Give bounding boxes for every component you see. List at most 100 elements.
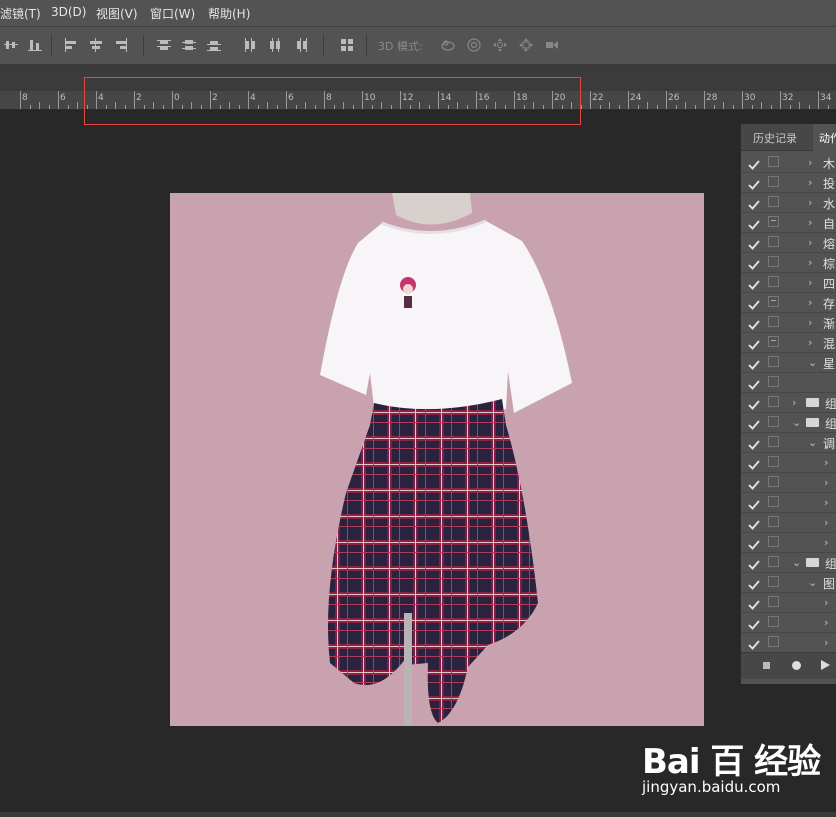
distribute-hcenter-icon[interactable] [268, 38, 282, 52]
chevron-down-icon[interactable]: ⌄ [792, 556, 801, 569]
chevron-right-icon[interactable]: › [824, 596, 828, 609]
play-icon[interactable] [821, 660, 830, 670]
checkmark-icon[interactable] [748, 156, 760, 170]
dialog-toggle-box[interactable] [768, 316, 779, 327]
checkmark-icon[interactable] [748, 216, 760, 230]
action-row[interactable]: ⌄ 组 [741, 552, 836, 573]
dialog-toggle-box[interactable] [768, 276, 779, 287]
chevron-down-icon[interactable]: ⌄ [792, 416, 801, 429]
chevron-down-icon[interactable]: ⌄ [808, 436, 817, 449]
distribute-top-icon[interactable] [157, 38, 171, 52]
dialog-toggle-box[interactable] [768, 156, 779, 167]
dialog-toggle-box[interactable] [768, 256, 779, 267]
dialog-toggle-box[interactable] [768, 616, 779, 627]
action-row[interactable]: › [741, 512, 836, 533]
action-row[interactable]: › 棕 [741, 252, 836, 273]
checkmark-icon[interactable] [748, 516, 760, 530]
dialog-toggle-box[interactable] [768, 176, 779, 187]
dialog-toggle-box[interactable] [768, 556, 779, 567]
distribute-bottom-icon[interactable] [207, 38, 221, 52]
action-row[interactable] [741, 372, 836, 393]
checkmark-icon[interactable] [748, 636, 760, 650]
chevron-down-icon[interactable]: ⌄ [808, 576, 817, 589]
dialog-toggle-box[interactable] [768, 596, 779, 607]
action-row[interactable]: ⌄ 星 [741, 352, 836, 373]
checkmark-icon[interactable] [748, 356, 760, 370]
action-row[interactable]: › 渐 [741, 312, 836, 333]
dialog-toggle-box[interactable] [768, 496, 779, 507]
chevron-right-icon[interactable]: › [824, 616, 828, 629]
pan-3d-icon[interactable] [493, 38, 507, 52]
tab-history[interactable]: 历史记录 [753, 130, 797, 146]
chevron-right-icon[interactable]: › [808, 276, 812, 289]
menu-filter[interactable]: 滤镜(T) [0, 5, 41, 22]
dialog-toggle-icon[interactable] [768, 216, 779, 227]
align-left-icon[interactable] [64, 38, 78, 52]
distribute-vcenter-icon[interactable] [182, 38, 196, 52]
align-right-icon[interactable] [114, 38, 128, 52]
chevron-down-icon[interactable]: ⌄ [808, 356, 817, 369]
chevron-right-icon[interactable]: › [808, 256, 812, 269]
dialog-toggle-box[interactable] [768, 636, 779, 647]
dialog-toggle-icon[interactable] [768, 296, 779, 307]
action-row[interactable]: › 自 [741, 212, 836, 233]
action-row[interactable]: › 熔 [741, 232, 836, 253]
chevron-right-icon[interactable]: › [824, 536, 828, 549]
checkmark-icon[interactable] [748, 576, 760, 590]
action-row[interactable]: › 混 [741, 332, 836, 353]
action-row[interactable]: › [741, 592, 836, 613]
action-row[interactable]: › 木 [741, 152, 836, 173]
dialog-toggle-box[interactable] [768, 196, 779, 207]
checkmark-icon[interactable] [748, 536, 760, 550]
menu-3d[interactable]: 3D(D) [51, 5, 86, 19]
checkmark-icon[interactable] [748, 396, 760, 410]
chevron-right-icon[interactable]: › [824, 456, 828, 469]
action-row[interactable]: › [741, 612, 836, 633]
checkmark-icon[interactable] [748, 176, 760, 190]
action-row[interactable]: › [741, 632, 836, 653]
checkmark-icon[interactable] [748, 556, 760, 570]
align-vcenter-icon[interactable] [4, 38, 18, 52]
chevron-right-icon[interactable]: › [808, 296, 812, 309]
chevron-right-icon[interactable]: › [824, 476, 828, 489]
dialog-toggle-box[interactable] [768, 536, 779, 547]
stop-icon[interactable] [763, 662, 770, 669]
chevron-right-icon[interactable]: › [824, 636, 828, 649]
chevron-right-icon[interactable]: › [808, 196, 812, 209]
menu-window[interactable]: 窗口(W) [150, 5, 195, 22]
action-row[interactable]: ⌄ 图 [741, 572, 836, 593]
action-row[interactable]: ⌄ 调 [741, 432, 836, 453]
action-row[interactable]: › [741, 492, 836, 513]
checkmark-icon[interactable] [748, 616, 760, 630]
action-row[interactable]: › 组 [741, 392, 836, 413]
checkmark-icon[interactable] [748, 596, 760, 610]
checkmark-icon[interactable] [748, 196, 760, 210]
align-bottom-icon[interactable] [28, 38, 42, 52]
dialog-toggle-box[interactable] [768, 456, 779, 467]
chevron-right-icon[interactable]: › [808, 236, 812, 249]
action-row[interactable]: › [741, 472, 836, 493]
dialog-toggle-box[interactable] [768, 476, 779, 487]
checkmark-icon[interactable] [748, 476, 760, 490]
menu-help[interactable]: 帮助(H) [208, 5, 250, 22]
dialog-toggle-icon[interactable] [768, 336, 779, 347]
checkmark-icon[interactable] [748, 296, 760, 310]
align-hcenter-icon[interactable] [89, 38, 103, 52]
dialog-toggle-box[interactable] [768, 356, 779, 367]
distribute-right-icon[interactable] [294, 38, 308, 52]
action-row[interactable]: › 投 [741, 172, 836, 193]
tab-actions[interactable]: 动作 [813, 124, 836, 154]
record-icon[interactable] [792, 661, 801, 670]
action-row[interactable]: › [741, 452, 836, 473]
menu-view[interactable]: 视图(V) [96, 5, 138, 22]
chevron-right-icon[interactable]: › [792, 396, 796, 409]
action-row[interactable]: ⌄ 组 [741, 412, 836, 433]
dialog-toggle-box[interactable] [768, 236, 779, 247]
action-row[interactable]: › [741, 532, 836, 553]
chevron-right-icon[interactable]: › [808, 316, 812, 329]
roll-3d-icon[interactable] [467, 38, 481, 52]
dialog-toggle-box[interactable] [768, 396, 779, 407]
auto-align-icon[interactable] [340, 38, 354, 52]
checkmark-icon[interactable] [748, 336, 760, 350]
action-row[interactable]: › 四 [741, 272, 836, 293]
